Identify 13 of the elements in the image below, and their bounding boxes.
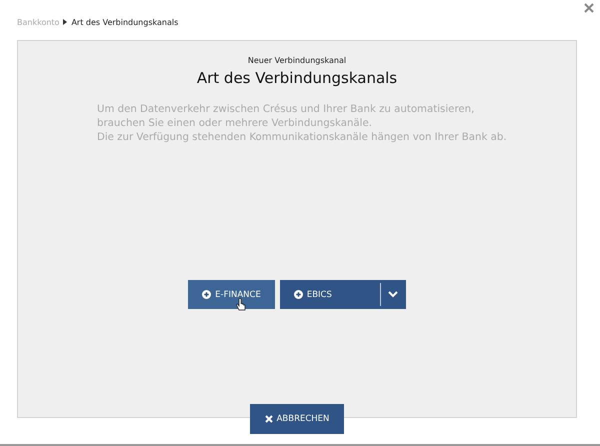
description-text: Um den Datenverkehr zwischen Crésus und Ihrer Bank zu automatisieren, brauchen Sie einen oder mehrere Verbindungskanäle. Die zur Verfügung stehenden Kommunikationskanäle hängen von Ihrer Bank ab. xyxy=(97,103,508,145)
close-icon xyxy=(264,415,273,423)
ebics-button[interactable]: EBICS xyxy=(280,280,380,309)
dialog-title: Art des Verbindungskanals xyxy=(196,69,398,87)
plus-circle-icon xyxy=(202,290,212,299)
breadcrumb-arrow-icon xyxy=(63,19,68,25)
e-finance-button[interactable]: E-FINANCE xyxy=(188,280,275,309)
dialog-subtitle: Neuer Verbindungskanal xyxy=(248,56,346,65)
cancel-button[interactable]: ABBRECHEN xyxy=(250,404,344,434)
hand-cursor-icon xyxy=(236,298,246,312)
breadcrumb-item: Art des Verbindungskanals xyxy=(71,18,178,26)
chevron-down-icon xyxy=(388,291,398,298)
plus-circle-icon xyxy=(294,290,303,299)
